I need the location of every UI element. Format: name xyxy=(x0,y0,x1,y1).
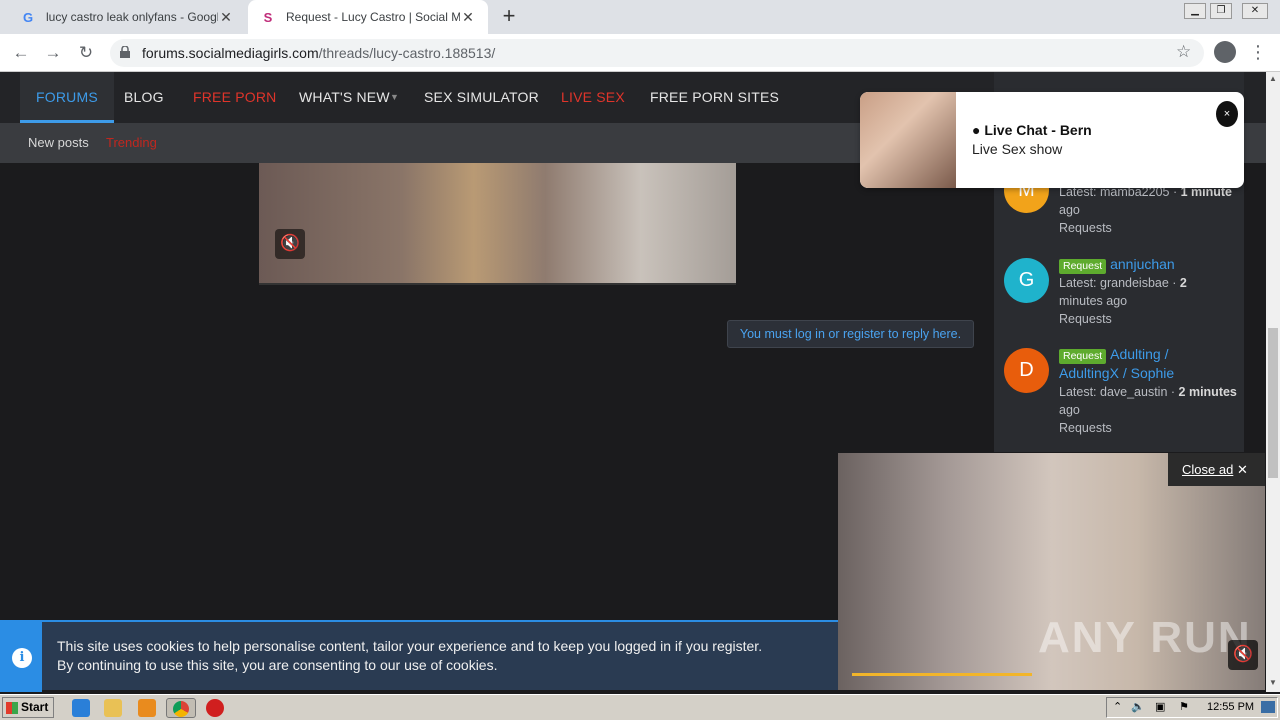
start-label: Start xyxy=(21,700,49,714)
tab-title: lucy castro leak onlyfans - Google Se xyxy=(46,10,218,24)
show-desktop-icon[interactable] xyxy=(1261,701,1275,713)
muted-speaker-icon[interactable]: 🔇 xyxy=(275,229,305,259)
forum-link[interactable]: Requests xyxy=(1059,421,1112,435)
page-scrollbar[interactable]: ▲ ▼ xyxy=(1266,72,1280,692)
cookie-notice: i This site uses cookies to help persona… xyxy=(0,620,838,692)
nav-blog[interactable]: BLOG xyxy=(124,72,164,123)
minimize-button[interactable]: ▁ xyxy=(1184,3,1206,19)
folder-icon[interactable] xyxy=(104,699,122,717)
time-rest: ago xyxy=(1059,203,1080,217)
time-strong: 2 xyxy=(1179,276,1187,290)
avatar[interactable]: G xyxy=(1004,258,1049,303)
time-strong: 2 minutes xyxy=(1178,385,1237,399)
nav-free-porn[interactable]: FREE PORN xyxy=(193,72,276,123)
avatar[interactable]: D xyxy=(1004,348,1049,393)
thread-title[interactable]: Adulting / xyxy=(1110,346,1168,362)
url-text: forums.socialmediagirls.com/threads/lucy… xyxy=(142,45,495,61)
url-host: forums.socialmediagirls.com xyxy=(142,45,319,61)
video-ad[interactable]: ANY RUN Close ad ✕ 🔇 xyxy=(838,453,1265,690)
close-icon[interactable]: × xyxy=(1216,101,1238,127)
chrome-icon xyxy=(173,701,189,717)
speaker-icon[interactable]: 🔈 xyxy=(1131,700,1145,713)
tab-close-icon[interactable]: ✕ xyxy=(460,9,476,26)
close-icon: ✕ xyxy=(1236,462,1248,477)
request-badge: Request xyxy=(1059,349,1107,364)
clock: 12:55 PM xyxy=(1207,701,1255,713)
time-rest: minutes ago xyxy=(1059,294,1128,308)
browser-toolbar: ← → ↻ forums.socialmediagirls.com/thread… xyxy=(0,34,1280,72)
embedded-video[interactable]: 🔇 xyxy=(259,163,736,285)
nav-forums[interactable]: FORUMS xyxy=(20,72,114,123)
tab-title: Request - Lucy Castro | Social Media xyxy=(286,10,460,24)
tab-strip: G lucy castro leak onlyfans - Google Se … xyxy=(0,0,1280,34)
notification-subtitle: Live Sex show xyxy=(972,141,1063,157)
tab-google-search[interactable]: G lucy castro leak onlyfans - Google Se … xyxy=(8,0,246,34)
restore-button[interactable]: ❐ xyxy=(1210,3,1232,19)
thread-title-cont[interactable]: AdultingX / Sophie xyxy=(1059,365,1174,381)
cookie-line-1: This site uses cookies to help personali… xyxy=(57,638,763,654)
scroll-down-arrow-icon[interactable]: ▼ xyxy=(1266,676,1280,690)
notification-thumbnail xyxy=(860,92,956,188)
anyrun-watermark: ANY RUN xyxy=(1038,613,1252,662)
cookie-icon-box: i xyxy=(0,622,42,692)
google-icon: G xyxy=(22,9,34,25)
latest-poster: Latest: dave_austin · xyxy=(1059,385,1179,399)
time-rest: ago xyxy=(1059,403,1080,417)
chevron-down-icon[interactable]: ▼ xyxy=(390,72,399,123)
notification-title: ● Live Chat - Bern xyxy=(972,122,1092,138)
nav-whats-new[interactable]: WHAT'S NEW xyxy=(299,72,390,123)
reload-icon[interactable]: ↻ xyxy=(75,42,97,64)
lock-icon xyxy=(120,46,130,58)
scroll-up-arrow-icon[interactable]: ▲ xyxy=(1266,72,1280,86)
subnav-trending[interactable]: Trending xyxy=(106,135,157,150)
thread-title[interactable]: annjuchan xyxy=(1110,256,1175,272)
dot-icon: ● xyxy=(972,122,981,138)
info-icon: i xyxy=(12,648,32,668)
close-ad-label: Close ad xyxy=(1182,462,1234,477)
notification-title-text: Live Chat - Bern xyxy=(984,122,1092,138)
cookie-line-2: By continuing to use this site, you are … xyxy=(57,657,498,673)
tray-expand-icon[interactable]: ⌃ xyxy=(1113,700,1122,713)
nav-free-porn-sites[interactable]: FREE PORN SITES xyxy=(650,72,779,123)
system-tray: ⌃ 🔈 ▣ ⚑ 12:55 PM xyxy=(1106,697,1278,718)
start-button[interactable]: Start xyxy=(2,697,54,718)
internet-explorer-icon[interactable] xyxy=(72,699,90,717)
request-badge: Request xyxy=(1059,259,1107,274)
thread-meta: Request annjuchan Latest: grandeisbae · 2… xyxy=(1059,255,1239,328)
chrome-taskbar-button[interactable] xyxy=(166,698,196,718)
thread-meta: Request Adulting / AdultingX / Sophie Lat… xyxy=(1059,345,1239,437)
login-to-reply-link[interactable]: You must log in or register to reply her… xyxy=(727,320,974,348)
live-chat-notification[interactable]: ● Live Chat - Bern Live Sex show × xyxy=(860,92,1244,188)
tab-request-lucy-castro[interactable]: S Request - Lucy Castro | Social Media ✕ xyxy=(248,0,488,34)
new-tab-button[interactable]: + xyxy=(498,5,520,28)
stop-icon[interactable] xyxy=(206,699,224,717)
windows-taskbar: Start ⌃ 🔈 ▣ ⚑ 12:55 PM xyxy=(0,694,1280,720)
forum-link[interactable]: Requests xyxy=(1059,221,1112,235)
back-icon[interactable]: ← xyxy=(10,42,32,64)
scroll-thumb[interactable] xyxy=(1268,328,1278,478)
flag-icon[interactable]: ⚑ xyxy=(1179,700,1189,713)
window-close-button[interactable]: ✕ xyxy=(1242,3,1268,19)
windows-logo-icon xyxy=(6,702,18,714)
nav-live-sex[interactable]: LIVE SEX xyxy=(561,72,625,123)
media-player-icon[interactable] xyxy=(138,699,156,717)
bookmark-star-icon[interactable]: ☆ xyxy=(1176,42,1191,62)
video-progress-bar[interactable] xyxy=(852,673,1032,676)
menu-kebab-icon[interactable]: ⋮ xyxy=(1248,42,1268,64)
subnav-new-posts[interactable]: New posts xyxy=(28,135,89,150)
address-bar[interactable]: forums.socialmediagirls.com/threads/lucy… xyxy=(110,39,1204,67)
thread-meta: Latest: mamba2205 · 1 minute ago Request… xyxy=(1059,183,1239,237)
forward-icon[interactable]: → xyxy=(42,42,64,64)
site-favicon-icon: S xyxy=(263,9,273,25)
profile-icon[interactable] xyxy=(1214,41,1236,63)
url-path: /threads/lucy-castro.188513/ xyxy=(318,45,496,61)
tab-close-icon[interactable]: ✕ xyxy=(218,9,234,26)
close-ad-button[interactable]: Close ad ✕ xyxy=(1168,453,1265,486)
network-icon[interactable]: ▣ xyxy=(1155,700,1165,713)
forum-link[interactable]: Requests xyxy=(1059,312,1112,326)
nav-sex-simulator[interactable]: SEX SIMULATOR xyxy=(424,72,539,123)
latest-poster: Latest: grandeisbae · xyxy=(1059,276,1180,290)
muted-speaker-icon[interactable]: 🔇 xyxy=(1228,640,1258,670)
